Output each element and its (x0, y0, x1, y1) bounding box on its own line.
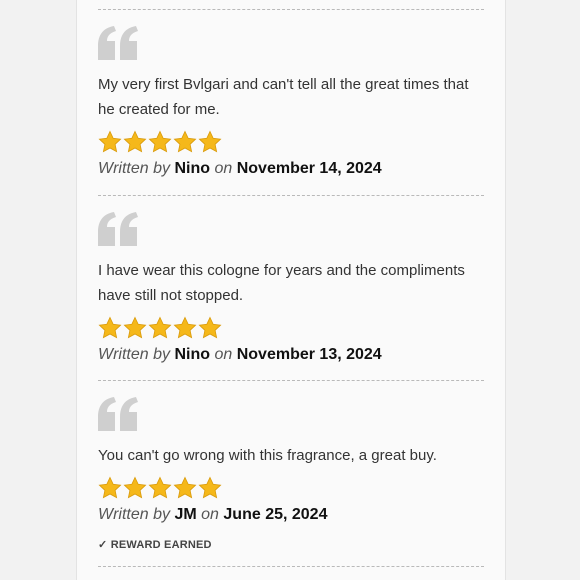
written-by-label: Written by (98, 160, 171, 177)
review-byline: Written by JM on June 25, 2024 (98, 506, 484, 524)
written-by-label: Written by (98, 346, 171, 363)
star-icon (148, 130, 172, 153)
divider (98, 195, 484, 196)
review-author: Nino (174, 160, 211, 177)
review-date: November 14, 2024 (236, 160, 382, 177)
star-icon (123, 316, 147, 339)
star-rating (98, 130, 484, 154)
written-by-label: Written by (98, 506, 171, 523)
quote-icon (98, 397, 138, 431)
review-text: I have wear this cologne for years and t… (98, 262, 465, 304)
star-icon (148, 316, 172, 339)
star-icon (123, 476, 147, 499)
star-icon (123, 130, 147, 153)
star-icon (173, 316, 197, 339)
star-icon (198, 476, 222, 499)
review-byline: Written by Nino on November 14, 2024 (98, 160, 484, 178)
review-date: June 25, 2024 (223, 506, 328, 523)
divider (98, 9, 484, 10)
reward-earned-label: REWARD EARNED (110, 539, 212, 551)
quote-icon (98, 26, 138, 60)
divider (98, 566, 484, 567)
on-label: on (214, 160, 233, 177)
review-item: I have wear this cologne for years and t… (98, 212, 484, 364)
review-byline: Written by Nino on November 13, 2024 (98, 346, 484, 364)
star-rating (98, 316, 484, 340)
reward-earned-badge: ✓ REWARD EARNED (98, 538, 212, 551)
on-label: on (201, 506, 219, 523)
star-icon (198, 130, 222, 153)
review-date: November 13, 2024 (236, 346, 382, 363)
star-icon (173, 130, 197, 153)
review-item: You can't go wrong with this fragrance, … (98, 397, 484, 524)
star-icon (173, 476, 197, 499)
review-text: You can't go wrong with this fragrance, … (98, 447, 437, 464)
review-author: Nino (174, 346, 211, 363)
quote-icon (98, 212, 138, 246)
review-item: My very first Bvlgari and can't tell all… (98, 26, 484, 178)
review-author: JM (174, 506, 197, 523)
divider (98, 380, 484, 381)
star-icon (98, 316, 122, 339)
check-icon: ✓ (98, 539, 108, 551)
star-icon (98, 476, 122, 499)
star-icon (198, 316, 222, 339)
on-label: on (214, 346, 233, 363)
star-rating (98, 476, 484, 500)
star-icon (148, 476, 172, 499)
review-text: My very first Bvlgari and can't tell all… (98, 76, 469, 118)
star-icon (98, 130, 122, 153)
